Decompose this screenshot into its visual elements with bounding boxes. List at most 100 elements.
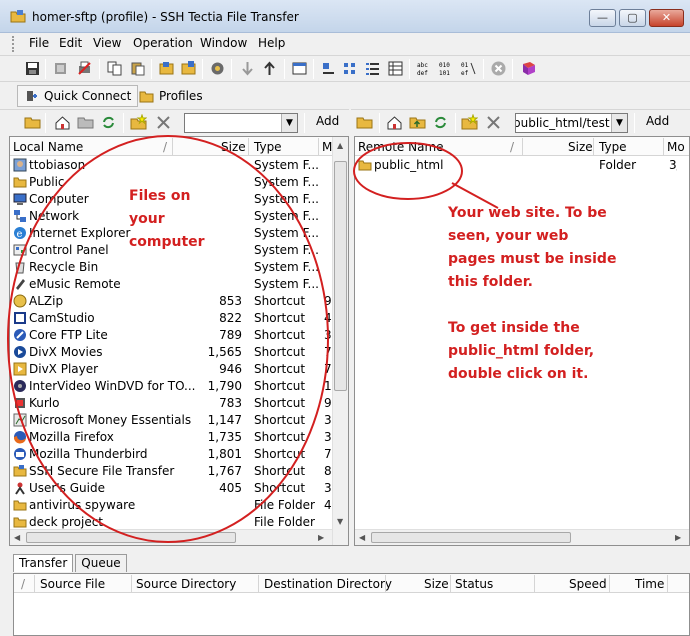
local-file-row[interactable]: Microsoft Money Essentials 1,147 Shortcut 3 (10, 412, 332, 429)
local-file-row[interactable]: antivirus spyware File Folder 4 (10, 497, 332, 514)
remote-refresh-icon[interactable] (432, 114, 449, 131)
transfer-list[interactable]: / Source File Source Directory Destinati… (13, 573, 690, 636)
speed-column[interactable]: Speed (569, 577, 607, 591)
list-view-icon[interactable] (364, 60, 381, 77)
menu-grip[interactable] (12, 36, 15, 52)
local-horizontal-scrollbar[interactable]: ◀ ▶ (10, 529, 332, 545)
file-name: Recycle Bin (29, 260, 99, 274)
close-button[interactable]: ✕ (649, 9, 684, 27)
remote-pane-toolbar: public_html/test ▼ Add (351, 109, 690, 135)
file-type: Shortcut (254, 345, 306, 359)
local-refresh-icon[interactable] (100, 114, 117, 131)
menu-view[interactable]: View (93, 36, 121, 50)
local-more-column[interactable]: M (322, 140, 332, 154)
local-file-row[interactable]: User's Guide 405 Shortcut 3 (10, 480, 332, 497)
local-new-folder-icon[interactable] (130, 114, 147, 131)
local-home-icon[interactable] (54, 114, 71, 131)
menu-edit[interactable]: Edit (59, 36, 82, 50)
local-file-row[interactable]: Core FTP Lite 789 Shortcut 3 (10, 327, 332, 344)
local-file-row[interactable]: SSH Secure File Transfer 1,767 Shortcut 8 (10, 463, 332, 480)
quick-connect-button[interactable]: Quick Connect (17, 85, 139, 107)
remote-file-row[interactable]: public_html Folder 3/ (355, 157, 689, 174)
remote-parent-folder-icon[interactable] (409, 114, 426, 131)
local-folder-up-icon[interactable] (24, 114, 41, 131)
upload-arrow-icon[interactable] (261, 60, 278, 77)
sort-indicator: / (163, 140, 168, 154)
remote-new-folder-icon[interactable] (461, 114, 478, 131)
svg-text:101: 101 (439, 70, 450, 77)
local-file-row[interactable]: Mozilla Firefox 1,735 Shortcut 3 (10, 429, 332, 446)
remote-add-button[interactable]: Add (646, 114, 669, 128)
local-add-button[interactable]: Add (316, 114, 339, 128)
view-window-icon[interactable] (291, 60, 308, 77)
ascii-mode-icon[interactable]: abc def (416, 60, 433, 77)
file-name: DivX Movies (29, 345, 103, 359)
remote-size-column[interactable]: Size (568, 140, 593, 154)
network-icon (13, 209, 27, 223)
local-file-row[interactable]: ttobiason System F... (10, 157, 332, 174)
copy-icon[interactable] (106, 60, 123, 77)
transfer-size-column[interactable]: Size (424, 577, 449, 591)
source-file-column[interactable]: Source File (40, 577, 105, 591)
status-column[interactable]: Status (455, 577, 493, 591)
remote-path-combo[interactable]: public_html/test ▼ (515, 113, 628, 133)
local-file-row[interactable]: CamStudio 822 Shortcut 4 (10, 310, 332, 327)
settings-icon[interactable] (209, 60, 226, 77)
menu-window[interactable]: Window (200, 36, 247, 50)
local-path-combo[interactable]: ▼ (184, 113, 298, 133)
file-size: 1,735 (207, 430, 242, 444)
details-view-icon[interactable] (387, 60, 404, 77)
local-delete-icon[interactable] (155, 114, 172, 131)
save-icon[interactable] (24, 60, 41, 77)
large-icons-icon[interactable] (320, 60, 337, 77)
chevron-down-icon[interactable]: ▼ (281, 114, 297, 132)
file-type: Shortcut (254, 396, 306, 410)
svg-text:01: 01 (461, 62, 469, 69)
local-file-row[interactable]: eMusic Remote System F... (10, 276, 332, 293)
remote-delete-icon[interactable] (485, 114, 502, 131)
print-icon[interactable] (76, 60, 93, 77)
minimize-button[interactable]: — (589, 9, 616, 27)
remote-type-column[interactable]: Type (599, 140, 627, 154)
remote-more-column[interactable]: Mo (667, 140, 685, 154)
disconnect-icon[interactable] (52, 60, 69, 77)
help-book-icon[interactable] (520, 60, 537, 77)
tab-transfer[interactable]: Transfer (13, 554, 74, 572)
remote-chevron-down-icon[interactable]: ▼ (611, 114, 627, 132)
local-file-row[interactable]: Kurlo 783 Shortcut 9 (10, 395, 332, 412)
tab-queue[interactable]: Queue (75, 554, 127, 572)
file-modified: 7 (324, 447, 332, 461)
local-vertical-scrollbar[interactable]: ▲ ▼ (332, 137, 348, 545)
local-type-column[interactable]: Type (254, 140, 282, 154)
menu-help[interactable]: Help (258, 36, 285, 50)
binary-mode-icon[interactable]: 010 101 (438, 60, 455, 77)
maximize-button[interactable]: ▢ (619, 9, 646, 27)
remote-folder-icon[interactable] (356, 114, 373, 131)
local-file-row[interactable]: Recycle Bin System F... (10, 259, 332, 276)
local-file-row[interactable]: ALZip 853 Shortcut 9 (10, 293, 332, 310)
local-parent-folder-icon[interactable] (77, 114, 94, 131)
local-file-row[interactable]: InterVideo WinDVD for TO... 1,790 Shortcut… (10, 378, 332, 395)
auto-mode-icon[interactable]: 01 ef (460, 60, 477, 77)
remote-horizontal-scrollbar[interactable]: ◀ ▶ (355, 529, 689, 545)
profiles-button[interactable]: Profiles (132, 85, 210, 107)
local-file-row[interactable]: DivX Player 946 Shortcut 7 (10, 361, 332, 378)
source-directory-column[interactable]: Source Directory (136, 577, 236, 591)
local-file-row[interactable]: Mozilla Thunderbird 1,801 Shortcut 7 (10, 446, 332, 463)
download-arrow-icon[interactable] (239, 60, 256, 77)
profile-edit-icon[interactable] (180, 60, 197, 77)
file-name: Mozilla Thunderbird (29, 447, 148, 461)
local-name-column[interactable]: Local Name (13, 140, 83, 154)
remote-name-column[interactable]: Remote Name (358, 140, 444, 154)
menu-operation[interactable]: Operation (133, 36, 193, 50)
local-size-column[interactable]: Size (221, 140, 246, 154)
stop-icon[interactable] (490, 60, 507, 77)
remote-home-icon[interactable] (386, 114, 403, 131)
paste-icon[interactable] (129, 60, 146, 77)
time-column[interactable]: Time (635, 577, 664, 591)
destination-directory-column[interactable]: Destination Directory (264, 577, 392, 591)
local-file-row[interactable]: DivX Movies 1,565 Shortcut 7 (10, 344, 332, 361)
menu-file[interactable]: File (29, 36, 49, 50)
profile-icon[interactable] (158, 60, 175, 77)
small-icons-icon[interactable] (342, 60, 359, 77)
